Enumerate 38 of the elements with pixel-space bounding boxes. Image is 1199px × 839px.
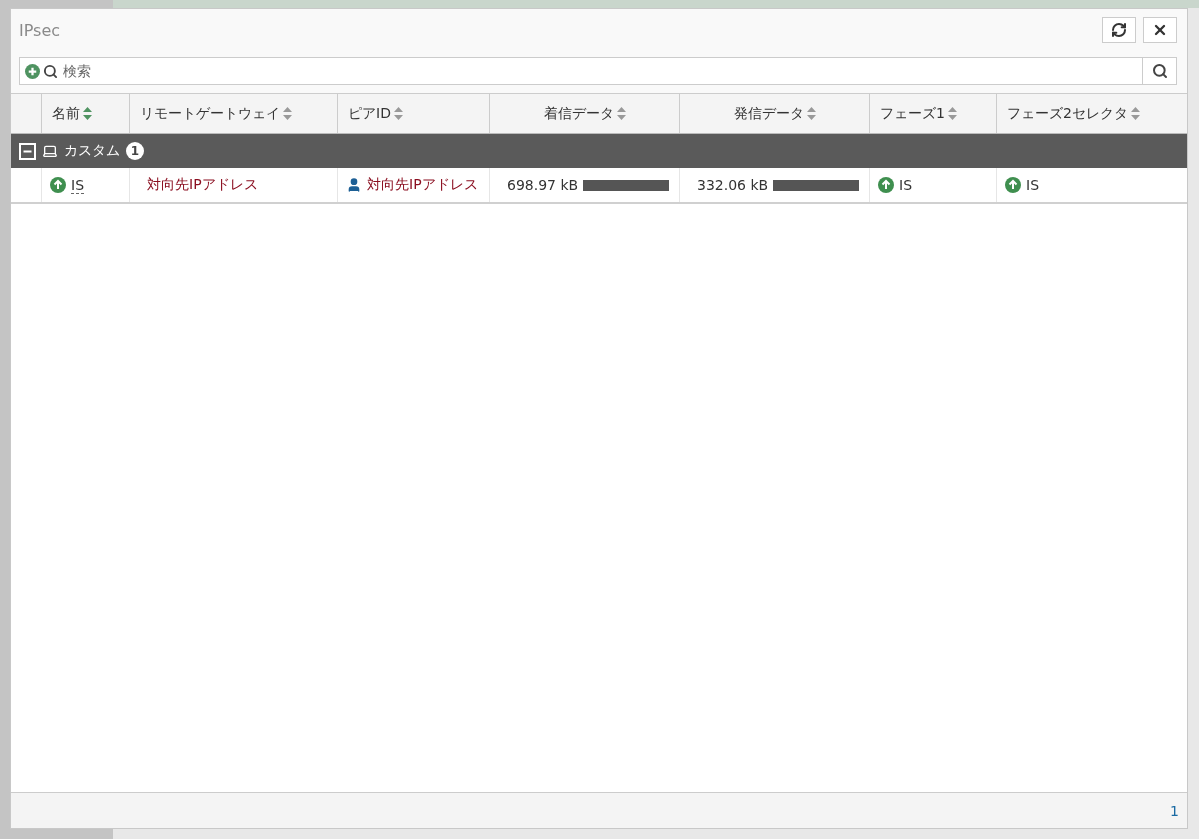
sort-icon [1130, 107, 1140, 120]
collapse-icon[interactable] [19, 142, 36, 160]
column-header[interactable]: 発信データ [679, 94, 869, 133]
laptop-icon [42, 143, 58, 159]
record-count: 1 [1170, 802, 1179, 819]
table-cell: 対向先IPアドレス [129, 168, 337, 202]
refresh-icon [1111, 22, 1127, 38]
column-header[interactable]: ピアID [337, 94, 489, 133]
table-cell: 対向先IPアドレス [337, 168, 489, 202]
group-label: カスタム [64, 142, 120, 160]
close-button[interactable] [1143, 17, 1177, 43]
sort-icon [83, 107, 92, 120]
table-cell: IS [869, 168, 996, 202]
close-icon [1152, 22, 1168, 38]
column-header[interactable]: 名前 [41, 94, 129, 133]
sort-icon [947, 107, 957, 120]
table-cell: IS [41, 168, 129, 202]
sort-icon [283, 107, 292, 120]
group-row[interactable]: カスタム 1 [11, 134, 1187, 168]
column-header[interactable]: フェーズ1 [869, 94, 996, 133]
user-icon [346, 177, 362, 193]
sort-icon [806, 107, 816, 120]
search-icon [1151, 63, 1168, 79]
column-header[interactable]: 着信データ [489, 94, 679, 133]
table-cell: IS [996, 168, 1187, 202]
search-field[interactable]: 検索 [19, 57, 1177, 85]
table-row[interactable]: IS 対向先IPアドレス 対向先IPアドレス 698.97 kB 332.06 kB IS IS [11, 168, 1187, 204]
table-cell: 698.97 kB [489, 168, 679, 202]
dialog-title: IPsec [19, 20, 61, 40]
table-cell: 332.06 kB [679, 168, 869, 202]
add-icon [25, 63, 40, 79]
sort-icon [393, 107, 403, 120]
refresh-button[interactable] [1102, 17, 1136, 43]
column-header[interactable]: リモートゲートウェイ [129, 94, 337, 133]
sort-icon [616, 107, 626, 120]
column-header[interactable]: フェーズ2セレクタ [996, 94, 1187, 133]
search-icon [43, 63, 58, 79]
count-badge: 1 [126, 142, 144, 160]
